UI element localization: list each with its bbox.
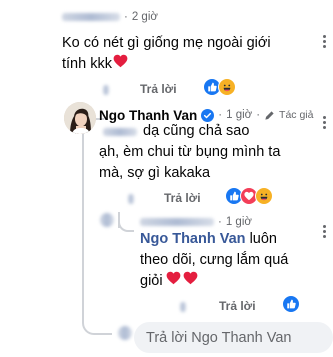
avatar-ngo-thanh-van[interactable] <box>64 102 96 134</box>
haha-reaction-icon <box>255 187 273 205</box>
reply2-blurred-avatar <box>100 213 114 232</box>
reply1-more-options-icon[interactable] <box>323 116 327 129</box>
reply1-reply-button[interactable]: Trả lời <box>164 191 201 205</box>
reply1-text: dạ cũng chả sao ạh, èm chui từ bụng mình… <box>99 121 280 184</box>
comment1-reactions[interactable] <box>203 78 236 96</box>
reply2-text-after-mention: luôn <box>249 231 277 247</box>
reply1-sep2: · <box>256 109 261 121</box>
comment1-blur-left <box>103 82 109 100</box>
reply1-author-tag: Tác giả <box>279 109 314 121</box>
input-blurred-avatar <box>118 326 132 345</box>
reply2-mention-link[interactable]: Ngo Thanh Van <box>140 231 246 247</box>
reply1-time-sep: · <box>218 109 223 121</box>
comment1-reply-button[interactable]: Trả lời <box>140 82 177 96</box>
thread-curve-input <box>82 311 112 335</box>
reply1-line1-wrap: dạ cũng chả sao <box>99 121 280 142</box>
comment1-text: Ko có nét gì giống mẹ ngoài giới tính kk… <box>62 33 271 75</box>
pen-icon <box>264 110 275 121</box>
haha-reaction-icon <box>218 78 236 96</box>
comment1-more-options-icon[interactable] <box>323 35 327 48</box>
like-reaction-icon <box>282 295 300 313</box>
reply2-blur-left <box>180 299 186 317</box>
verified-badge-icon <box>201 108 215 122</box>
reply1-reactions[interactable] <box>225 187 273 205</box>
heart-emoji-icon <box>183 271 198 292</box>
comment1-text-line2: tính kkk <box>62 56 112 72</box>
blurred-mention <box>103 127 137 136</box>
blurred-author-name <box>140 218 214 226</box>
heart-emoji-icon <box>166 271 181 292</box>
reply1-time[interactable]: 1 giờ <box>226 109 252 121</box>
comment1-time[interactable]: 2 giờ <box>132 11 158 23</box>
reply-input-box[interactable] <box>134 322 333 353</box>
reply2-header: · 1 giờ <box>140 216 252 228</box>
comment1-text-line1: Ko có nét gì giống mẹ ngoài giới <box>62 35 271 51</box>
reply2-reply-button[interactable]: Trả lời <box>219 299 256 313</box>
reply2-time-sep: · <box>218 216 222 228</box>
reply2-text-line2: theo dõi, cưng lắm quá <box>140 252 289 268</box>
thread-curve-reply2 <box>118 220 134 232</box>
comment1-header: · 2 giờ <box>62 10 158 24</box>
heart-emoji-icon <box>113 54 128 75</box>
reply2-line1-wrap: Ngo Thanh Van luôn <box>140 229 288 250</box>
reply2-time[interactable]: 1 giờ <box>226 216 252 228</box>
reply1-text-line1: dạ cũng chả sao <box>143 123 250 139</box>
reply-input[interactable] <box>144 328 323 347</box>
reply2-reactions[interactable] <box>282 295 300 313</box>
reply2-line3-wrap: giỏi <box>140 271 288 292</box>
comment1-text-line2-wrap: tính kkk <box>62 54 271 75</box>
blurred-author-name <box>62 13 120 21</box>
reply2-more-options-icon[interactable] <box>323 225 327 238</box>
reply1-text-line3: mà, sợ gì kakaka <box>99 165 211 181</box>
comment1-time-sep: · <box>124 11 128 23</box>
reply1-text-line2: ạh, èm chui từ bụng mình ta <box>99 144 281 160</box>
reply2-text-line3: giỏi <box>140 273 163 289</box>
reply1-blur-left <box>128 191 134 209</box>
reply2-text: Ngo Thanh Van luôn theo dõi, cưng lắm qu… <box>140 229 288 292</box>
